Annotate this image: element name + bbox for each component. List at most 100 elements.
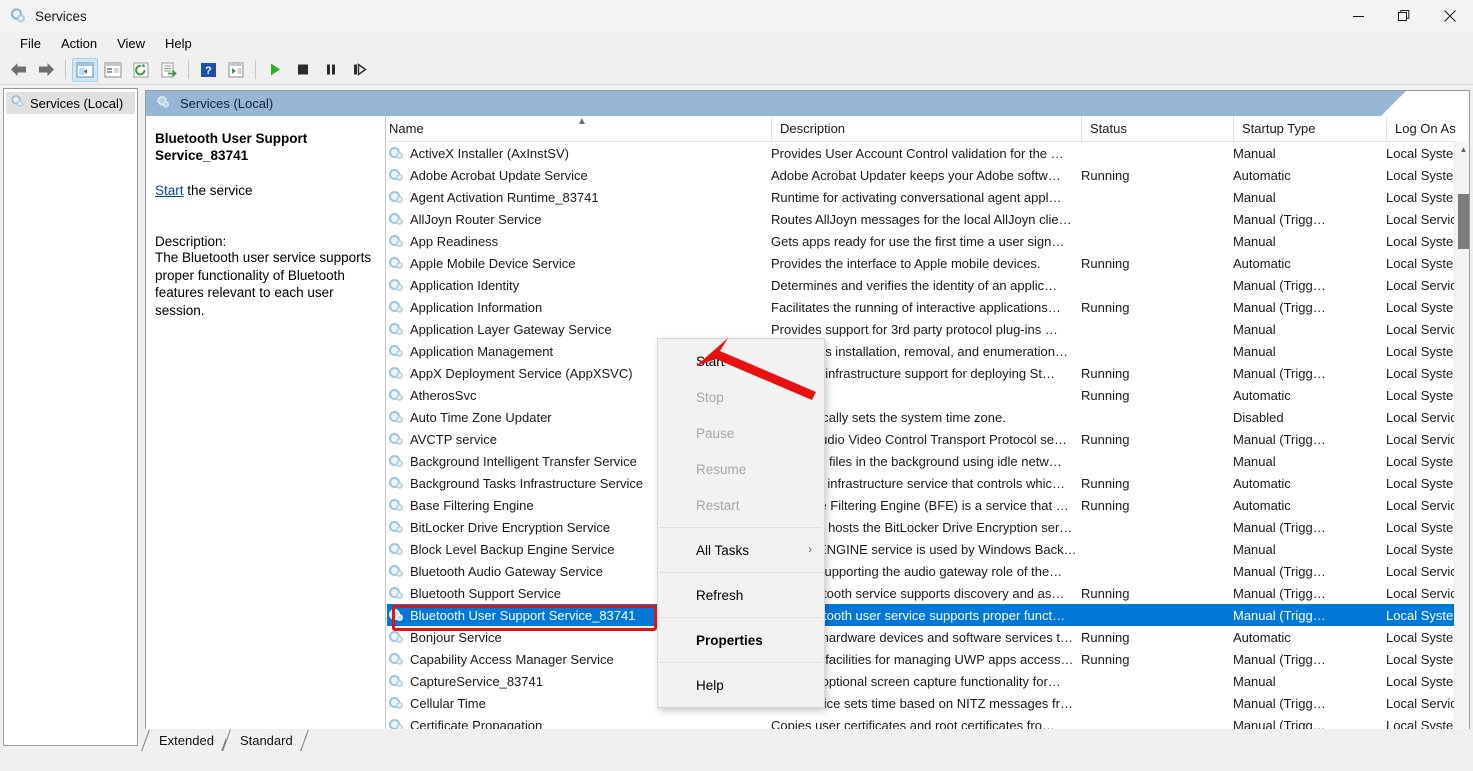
context-menu-separator <box>660 662 822 663</box>
column-header-description[interactable]: Description <box>771 116 1081 141</box>
service-row[interactable]: Cellular TimeThis service sets time base… <box>387 692 1470 714</box>
service-row[interactable]: AVCTP serviceThis is Audio Video Control… <box>387 428 1470 450</box>
service-row[interactable]: Bluetooth Audio Gateway ServiceService s… <box>387 560 1470 582</box>
context-menu-item-label: Resume <box>696 462 746 477</box>
scroll-up-arrow-icon[interactable]: ▲ <box>1455 141 1470 158</box>
service-startup-type-cell: Manual <box>1233 344 1386 359</box>
context-menu-separator <box>660 617 822 618</box>
context-menu-start[interactable]: Start <box>658 343 824 379</box>
column-header-startup-type[interactable]: Startup Type <box>1233 116 1386 141</box>
service-row[interactable]: Capability Access Manager ServiceProvide… <box>387 648 1470 670</box>
menu-help[interactable]: Help <box>155 34 202 53</box>
context-menu-separator <box>660 527 822 528</box>
tree-node-services-local[interactable]: Services (Local) <box>6 92 135 114</box>
service-row[interactable]: Bonjour ServiceEnables hardware devices … <box>387 626 1470 648</box>
service-description-cell: Gets apps ready for use the first time a… <box>771 234 1081 249</box>
service-row[interactable]: AtherosSvcRunningAutomaticLocal System <box>387 384 1470 406</box>
properties-window-button[interactable] <box>223 58 249 82</box>
show-hide-action-pane-button[interactable] <box>100 58 126 82</box>
service-row[interactable]: AllJoyn Router ServiceRoutes AllJoyn mes… <box>387 208 1470 230</box>
service-name-label: Apple Mobile Device Service <box>410 256 575 271</box>
service-row[interactable]: Adobe Acrobat Update ServiceAdobe Acroba… <box>387 164 1470 186</box>
service-row[interactable]: Background Tasks Infrastructure ServiceW… <box>387 472 1470 494</box>
service-description-cell: Facilitates the running of interactive a… <box>771 300 1081 315</box>
service-row[interactable]: BitLocker Drive Encryption ServiceBDESVC… <box>387 516 1470 538</box>
forward-button[interactable] <box>33 58 59 82</box>
context-menu-stop: Stop <box>658 379 824 415</box>
service-startup-type-cell: Manual (Trigg… <box>1233 432 1386 447</box>
service-row[interactable]: Application Layer Gateway ServiceProvide… <box>387 318 1470 340</box>
pause-service-button[interactable] <box>318 58 344 82</box>
tab-extended[interactable]: Extended <box>145 730 226 751</box>
context-menu-help[interactable]: Help <box>658 667 824 703</box>
start-service-button[interactable] <box>262 58 288 82</box>
minimize-button[interactable] <box>1335 0 1381 32</box>
show-hide-console-tree-button[interactable] <box>72 58 98 82</box>
service-row[interactable]: Agent Activation Runtime_83741Runtime fo… <box>387 186 1470 208</box>
column-header-status[interactable]: Status <box>1081 116 1233 141</box>
vertical-scrollbar[interactable]: ▲ ▼ <box>1454 141 1470 735</box>
stop-service-button[interactable] <box>290 58 316 82</box>
service-name-label: Application Identity <box>410 278 519 293</box>
menu-file[interactable]: File <box>10 34 51 53</box>
close-button[interactable] <box>1427 0 1473 32</box>
start-the-service-link[interactable]: Start <box>155 183 184 198</box>
service-action-suffix: the service <box>184 183 253 198</box>
maximize-restore-button[interactable] <box>1381 0 1427 32</box>
service-row[interactable]: ActiveX Installer (AxInstSV)Provides Use… <box>387 142 1470 164</box>
service-row[interactable]: AppX Deployment Service (AppXSVC)Provide… <box>387 362 1470 384</box>
service-gear-icon <box>389 696 404 711</box>
service-name-label: Auto Time Zone Updater <box>410 410 552 425</box>
service-name-label: AllJoyn Router Service <box>410 212 542 227</box>
service-name-cell: Apple Mobile Device Service <box>387 256 771 271</box>
refresh-button[interactable] <box>128 58 154 82</box>
service-startup-type-cell: Manual (Trigg… <box>1233 586 1386 601</box>
service-row[interactable]: Application InformationFacilitates the r… <box>387 296 1470 318</box>
service-row[interactable]: App Readiness Gets apps ready for use the… <box>387 230 1470 252</box>
back-button[interactable] <box>5 58 31 82</box>
context-menu-item-label: Stop <box>696 390 724 405</box>
service-row[interactable]: Application IdentityDetermines and verif… <box>387 274 1470 296</box>
service-name-label: AppX Deployment Service (AppXSVC) <box>410 366 633 381</box>
service-description-cell: Provides the interface to Apple mobile d… <box>771 256 1081 271</box>
service-name-label: Block Level Backup Engine Service <box>410 542 615 557</box>
column-header-log-on-as[interactable]: Log On As <box>1386 116 1470 141</box>
context-menu-properties[interactable]: Properties <box>658 622 824 658</box>
service-status-cell: Running <box>1081 498 1233 513</box>
context-menu-item-label: Refresh <box>696 588 743 603</box>
service-row[interactable]: CaptureService_83741Enables optional scr… <box>387 670 1470 692</box>
service-row[interactable]: Application ManagementProcesses installa… <box>387 340 1470 362</box>
service-context-menu: StartStopPauseResumeRestartAll Tasks›Ref… <box>657 338 825 708</box>
svg-text:?: ? <box>205 65 212 77</box>
service-startup-type-cell: Manual <box>1233 454 1386 469</box>
service-row[interactable]: Auto Time Zone UpdaterAutomatically sets… <box>387 406 1470 428</box>
service-row[interactable]: Apple Mobile Device Service Provides the … <box>387 252 1470 274</box>
menu-view[interactable]: View <box>107 34 155 53</box>
service-row[interactable]: Bluetooth User Support Service_83741The … <box>387 604 1470 626</box>
context-menu-refresh[interactable]: Refresh <box>658 577 824 613</box>
restart-service-button[interactable] <box>346 58 372 82</box>
context-menu-item-label: Restart <box>696 498 740 513</box>
service-row[interactable]: Base Filtering EngineThe Base Filtering … <box>387 494 1470 516</box>
service-row[interactable]: Bluetooth Support ServiceThe Bluetooth s… <box>387 582 1470 604</box>
column-header-name[interactable]: Name ▲ <box>387 116 771 141</box>
service-gear-icon <box>389 608 404 623</box>
service-startup-type-cell: Manual (Trigg… <box>1233 300 1386 315</box>
context-menu-all-tasks[interactable]: All Tasks› <box>658 532 824 568</box>
service-name-cell: ActiveX Installer (AxInstSV) <box>387 146 771 161</box>
results-pane-header: Services (Local) <box>146 91 1470 116</box>
service-name-label: App Readiness <box>410 234 498 249</box>
service-gear-icon <box>389 630 404 645</box>
export-list-button[interactable] <box>156 58 182 82</box>
service-row[interactable]: Background Intelligent Transfer ServiceT… <box>387 450 1470 472</box>
help-button[interactable]: ? <box>195 58 221 82</box>
context-menu-item-label: Properties <box>696 633 763 648</box>
menu-action[interactable]: Action <box>51 34 107 53</box>
toolbar-separator <box>65 60 66 79</box>
service-name-cell: Application Information <box>387 300 771 315</box>
scrollbar-thumb[interactable] <box>1457 193 1470 250</box>
service-row[interactable]: Block Level Backup Engine ServiceThe WBE… <box>387 538 1470 560</box>
tab-standard[interactable]: Standard <box>226 730 305 751</box>
service-gear-icon <box>389 498 404 513</box>
service-startup-type-cell: Manual (Trigg… <box>1233 278 1386 293</box>
